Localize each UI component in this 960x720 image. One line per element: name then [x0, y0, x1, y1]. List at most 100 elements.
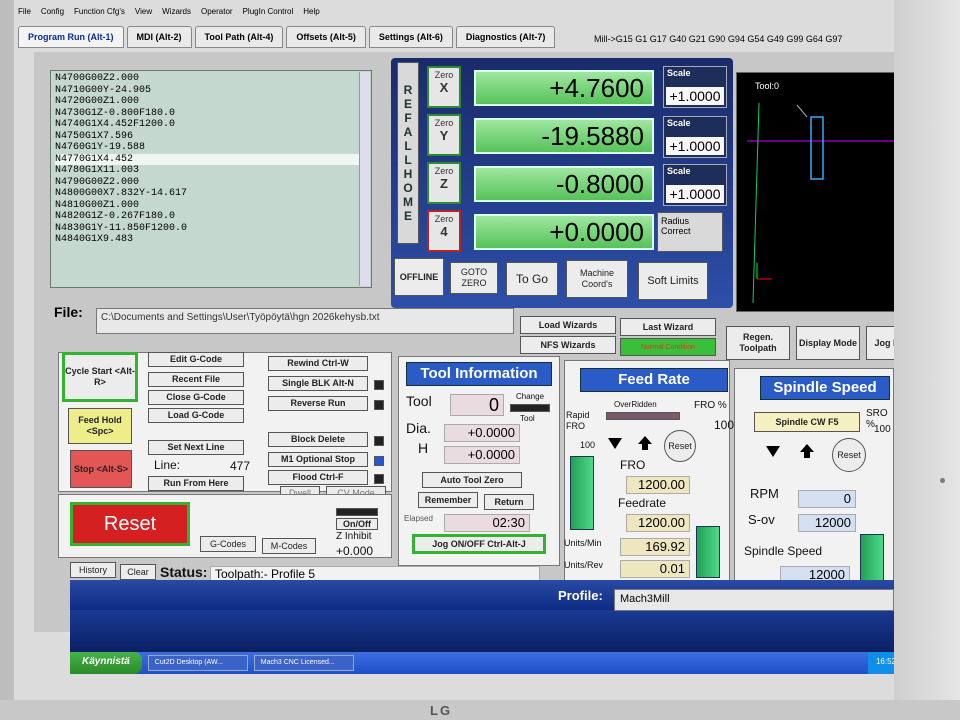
tab-settings[interactable]: Settings (Alt-6): [368, 26, 453, 48]
zero-4-button[interactable]: Zero 4: [427, 210, 461, 252]
z-inhibit-onoff-button[interactable]: On/Off: [336, 518, 378, 530]
scale-x-value[interactable]: +1.0000: [666, 87, 724, 105]
history-button[interactable]: History: [70, 562, 116, 578]
radius-correct-button[interactable]: Radius Correct: [657, 212, 723, 252]
edit-gcode-button[interactable]: Edit G-Code: [148, 352, 244, 367]
scale-z-value[interactable]: +1.0000: [666, 185, 724, 203]
regen-toolpath-button[interactable]: Regen. Toolpath: [726, 326, 790, 360]
dro-x[interactable]: +4.7600: [474, 70, 654, 106]
taskbar: Käynnistä Cut2D Desktop (AW... Mach3 CNC…: [70, 652, 894, 674]
file-path-field[interactable]: C:\Documents and Settings\User\Työpöytä\…: [96, 308, 514, 334]
remember-button[interactable]: Remember: [418, 492, 478, 508]
fro-gauge[interactable]: [696, 526, 720, 578]
mcodes-button[interactable]: M-Codes: [262, 538, 316, 554]
jog-follow-button[interactable]: Jog Follow: [866, 326, 894, 360]
dro-4[interactable]: +0.0000: [474, 214, 654, 250]
sov-field: 12000: [798, 514, 856, 532]
jog-toggle-button[interactable]: Jog ON/OFF Ctrl-Alt-J: [412, 534, 546, 554]
feed-hold-button[interactable]: Feed Hold <Spc>: [68, 408, 132, 444]
gcodes-button[interactable]: G-Codes: [200, 536, 256, 552]
toolpath-display[interactable]: Tool:0: [736, 72, 894, 312]
to-go-button[interactable]: To Go: [506, 262, 558, 296]
display-mode-button[interactable]: Display Mode: [796, 326, 860, 360]
menu-plugin-control[interactable]: PlugIn Control: [243, 7, 294, 16]
fro-down-icon[interactable]: [606, 434, 624, 452]
set-next-line-button[interactable]: Set Next Line: [148, 440, 244, 455]
zero-x-button[interactable]: Zero X: [427, 66, 461, 108]
clear-button[interactable]: Clear: [120, 564, 156, 580]
menu-function-cfgs[interactable]: Function Cfg's: [74, 7, 125, 16]
units-rev-field: 0.01: [620, 560, 690, 578]
zero-z-button[interactable]: Zero Z: [427, 162, 461, 204]
tool-number-field[interactable]: 0: [450, 394, 504, 416]
zero-y-button[interactable]: Zero Y: [427, 114, 461, 156]
menu-wizards[interactable]: Wizards: [162, 7, 191, 16]
menu-view[interactable]: View: [135, 7, 152, 16]
spindle-cw-button[interactable]: Spindle CW F5: [754, 412, 860, 432]
tab-mdi[interactable]: MDI (Alt-2): [126, 26, 192, 48]
load-gcode-button[interactable]: Load G-Code: [148, 408, 244, 423]
fro-field[interactable]: 1200.00: [626, 476, 690, 494]
scale-y-value[interactable]: +1.0000: [666, 137, 724, 155]
machine-coords-button[interactable]: Machine Coord's: [566, 260, 628, 298]
gcode-listing[interactable]: N4700G00Z2.000 N4710G00Y-24.905 N4720G00…: [50, 70, 372, 288]
gcode-line-current: N4770G1X4.452: [55, 153, 367, 165]
axis-letter: Y: [439, 128, 449, 143]
return-button[interactable]: Return: [484, 494, 534, 510]
menu-file[interactable]: File: [18, 7, 31, 16]
ref-letter: L: [404, 153, 412, 167]
tab-tool-path[interactable]: Tool Path (Alt-4): [194, 26, 284, 48]
spindle-gauge[interactable]: [860, 534, 884, 586]
gcode-scrollbar[interactable]: [359, 72, 370, 286]
soft-limits-button[interactable]: Soft Limits: [638, 262, 708, 300]
tab-program-run[interactable]: Program Run (Alt-1): [18, 26, 124, 48]
rapid-fro-gauge[interactable]: [570, 456, 594, 530]
m1-optional-stop-button[interactable]: M1 Optional Stop: [268, 452, 368, 467]
sro-up-icon[interactable]: [798, 442, 816, 460]
rapid-fro-value: 100: [580, 440, 596, 450]
rewind-button[interactable]: Rewind Ctrl-W: [268, 356, 368, 371]
axis-letter: Z: [440, 176, 448, 191]
single-block-button[interactable]: Single BLK Alt-N: [268, 376, 368, 391]
z-inhibit-value[interactable]: +0.000: [336, 544, 373, 558]
fro-reset-button[interactable]: Reset: [664, 430, 696, 462]
block-delete-button[interactable]: Block Delete: [268, 432, 368, 447]
reset-button[interactable]: Reset: [70, 502, 190, 546]
flood-button[interactable]: Flood Ctrl-F: [268, 470, 368, 485]
sro-reset-button[interactable]: Reset: [832, 438, 866, 472]
taskbar-item[interactable]: Mach3 CNC Licensed...: [253, 655, 354, 671]
menu-operator[interactable]: Operator: [201, 7, 233, 16]
start-button[interactable]: Käynnistä: [70, 652, 142, 674]
dro-y[interactable]: -19.5880: [474, 118, 654, 154]
close-gcode-button[interactable]: Close G-Code: [148, 390, 244, 405]
tab-diagnostics[interactable]: Diagnostics (Alt-7): [455, 26, 556, 48]
sro-down-icon[interactable]: [764, 442, 782, 460]
auto-tool-zero-button[interactable]: Auto Tool Zero: [422, 472, 522, 488]
gcode-line: N4830G1Y-11.850F1200.0: [55, 222, 188, 234]
h-field[interactable]: +0.0000: [444, 446, 520, 464]
taskbar-item[interactable]: Cut2D Desktop (AW...: [147, 655, 248, 671]
feedrate-field[interactable]: 1200.00: [626, 514, 690, 532]
menu-help[interactable]: Help: [303, 7, 319, 16]
load-wizards-button[interactable]: Load Wizards: [520, 316, 616, 334]
cycle-start-button[interactable]: Cycle Start <Alt-R>: [62, 352, 138, 402]
change-label: Change: [516, 392, 545, 401]
offline-button[interactable]: OFFLINE: [394, 258, 444, 296]
reverse-run-button[interactable]: Reverse Run: [268, 396, 368, 411]
goto-zero-button[interactable]: GOTO ZERO: [450, 262, 498, 294]
nfs-wizards-button[interactable]: NFS Wizards: [520, 336, 616, 354]
run-from-here-button[interactable]: Run From Here: [148, 476, 244, 491]
menu-config[interactable]: Config: [41, 7, 64, 16]
ref-letter: E: [403, 209, 412, 223]
dia-field[interactable]: +0.0000: [444, 424, 520, 442]
recent-file-button[interactable]: Recent File: [148, 372, 244, 387]
stop-button[interactable]: Stop <Alt-S>: [70, 450, 132, 488]
ref-all-home-button[interactable]: R E F A L L H O M E: [397, 62, 419, 244]
dro-z[interactable]: -0.8000: [474, 166, 654, 202]
fro-up-icon[interactable]: [636, 434, 654, 452]
ref-letter: F: [404, 111, 412, 125]
block-delete-led: [374, 436, 384, 446]
tab-offsets[interactable]: Offsets (Alt-5): [286, 26, 366, 48]
line-number-field[interactable]: 477: [192, 459, 250, 473]
last-wizard-button[interactable]: Last Wizard: [620, 318, 716, 336]
